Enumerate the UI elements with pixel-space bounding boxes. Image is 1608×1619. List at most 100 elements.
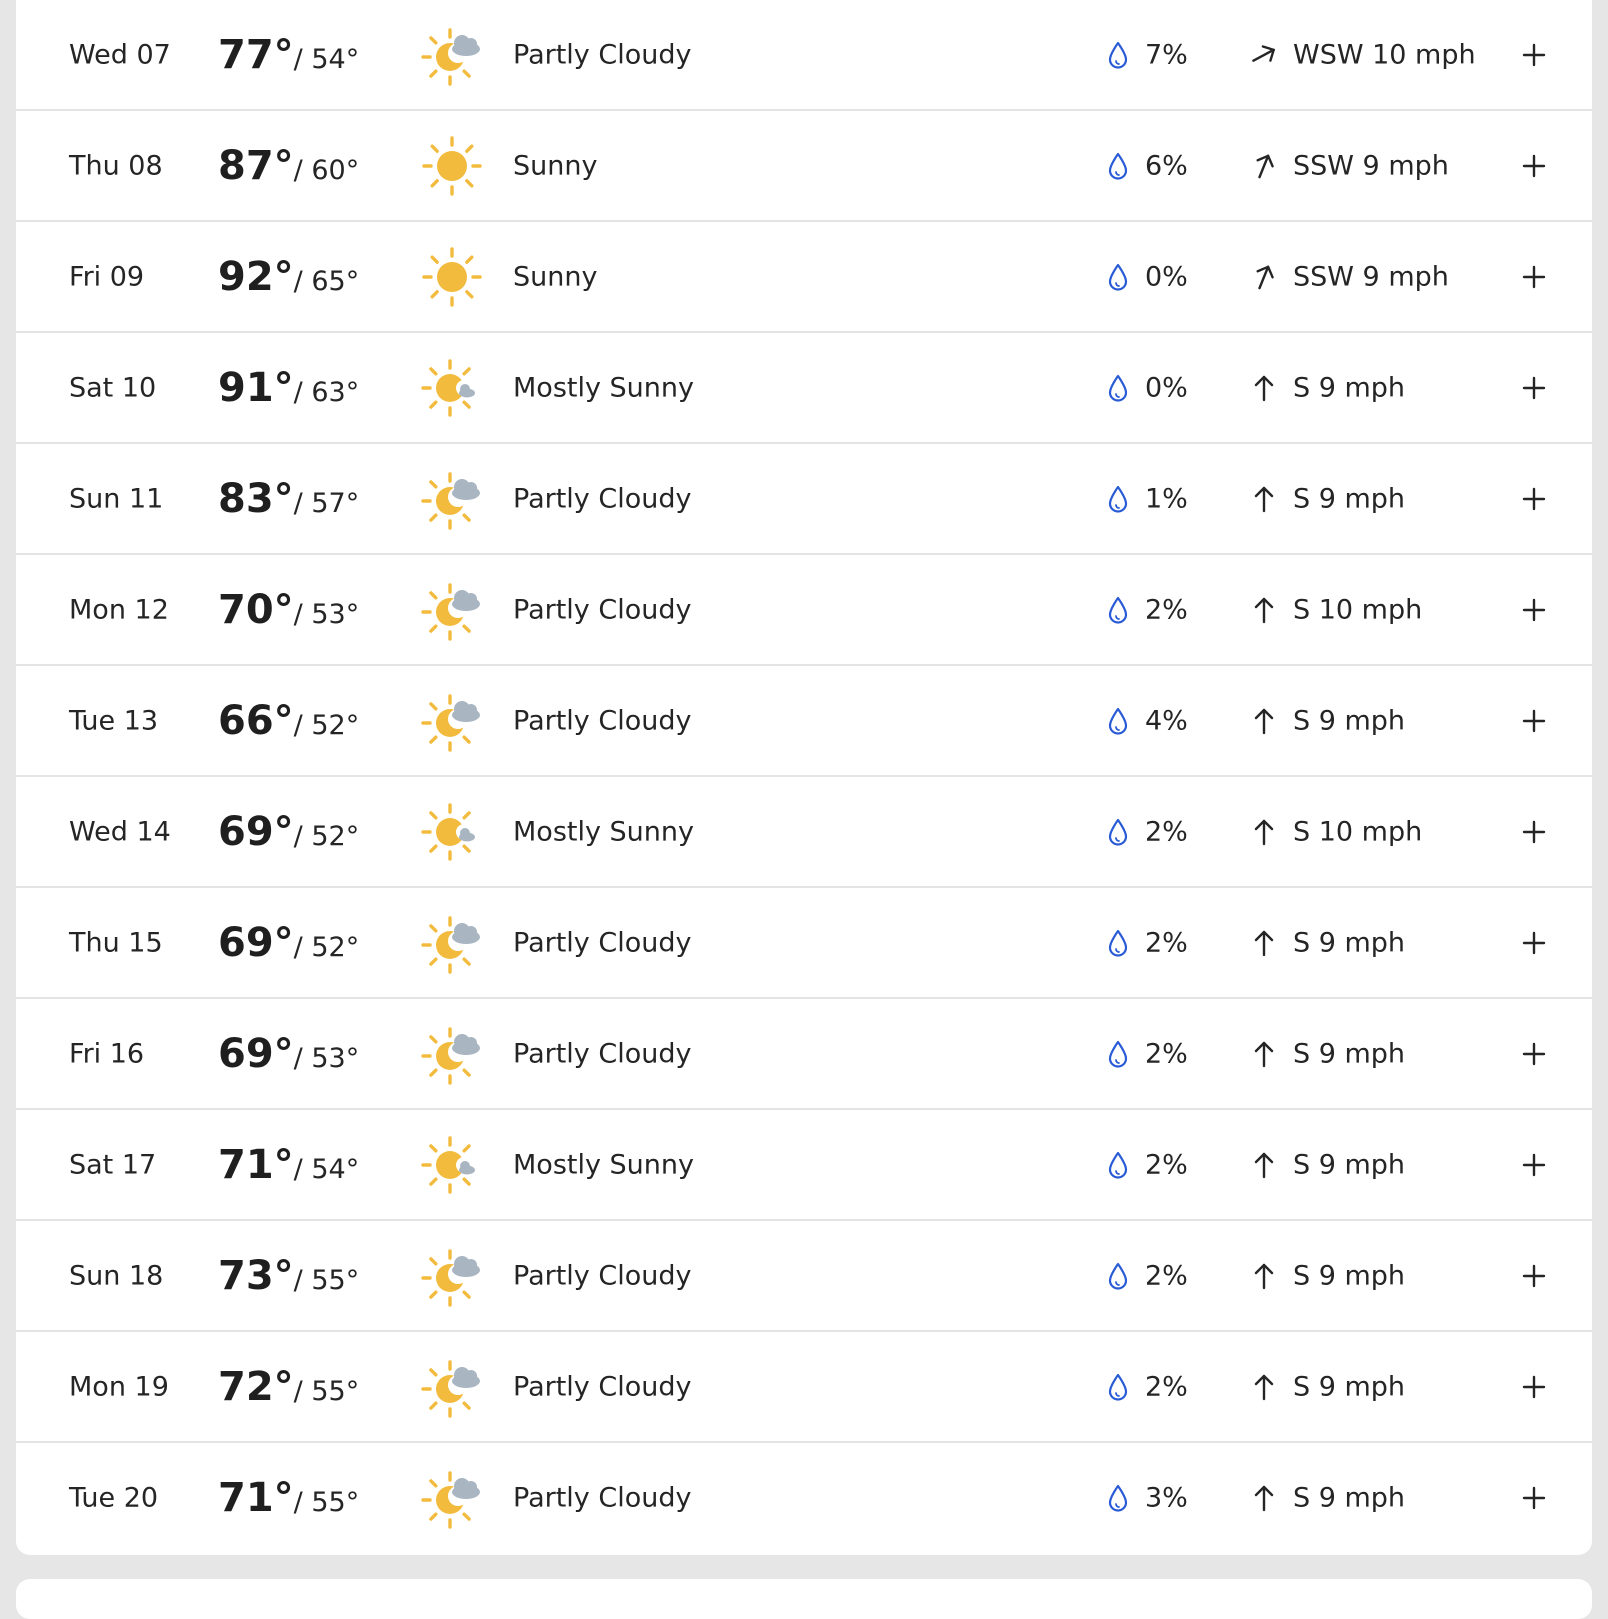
day-label: Sat 17 [69, 1149, 157, 1180]
next-card [16, 1579, 1592, 1619]
low-temp: / 55° [293, 1264, 360, 1296]
temperature: 70°/ 53° [218, 587, 359, 633]
wind-label: S 9 mph [1293, 1371, 1406, 1402]
expand-button[interactable] [1520, 1151, 1548, 1179]
forecast-row[interactable]: Mon 12 70°/ 53° Partly Cloudy 2% S 10 mp… [16, 555, 1592, 666]
forecast-row[interactable]: Tue 13 66°/ 52° Partly Cloudy 4% S 9 mph [16, 666, 1592, 777]
forecast-row[interactable]: Sat 17 71°/ 54° Mostly Sunny 2% S 9 mph [16, 1110, 1592, 1221]
forecast-row[interactable]: Mon 19 72°/ 55° Partly Cloudy 2% S 9 mph [16, 1332, 1592, 1443]
wind-label: S 10 mph [1293, 816, 1423, 847]
raindrop-icon [1106, 1483, 1130, 1513]
wind-arrow-icon [1249, 262, 1279, 292]
day-label: Fri 09 [69, 261, 145, 292]
expand-button[interactable] [1520, 374, 1548, 402]
expand-button[interactable] [1520, 1262, 1548, 1290]
wind-arrow-icon [1249, 595, 1279, 625]
low-temp: / 60° [293, 154, 360, 186]
expand-button[interactable] [1520, 41, 1548, 69]
expand-button[interactable] [1520, 263, 1548, 291]
precip-chance: 1% [1145, 483, 1188, 514]
condition-label: Partly Cloudy [513, 927, 692, 958]
wind-arrow-icon [1249, 706, 1279, 736]
forecast-row[interactable]: Fri 16 69°/ 53° Partly Cloudy 2% S 9 mph [16, 999, 1592, 1110]
forecast-row[interactable]: Thu 08 87°/ 60° Sunny 6% SSW 9 mph [16, 111, 1592, 222]
day-label: Wed 07 [69, 39, 171, 70]
partly-cloudy-icon [420, 1022, 484, 1086]
raindrop-icon [1106, 706, 1130, 736]
high-temp: 92° [218, 253, 294, 300]
high-temp: 77° [218, 31, 294, 78]
wind-arrow-icon [1249, 373, 1279, 403]
temperature: 77°/ 54° [218, 32, 359, 78]
temperature: 73°/ 55° [218, 1253, 359, 1299]
forecast-row[interactable]: Sat 10 91°/ 63° Mostly Sunny 0% S 9 mph [16, 333, 1592, 444]
high-temp: 66° [218, 697, 294, 744]
wind-arrow-icon [1249, 1150, 1279, 1180]
plus-icon [1520, 376, 1548, 405]
condition-label: Sunny [513, 150, 598, 181]
forecast-row[interactable]: Sun 18 73°/ 55° Partly Cloudy 2% S 9 mph [16, 1221, 1592, 1332]
plus-icon [1520, 154, 1548, 183]
wind-label: S 9 mph [1293, 1260, 1406, 1291]
expand-button[interactable] [1520, 485, 1548, 513]
wind-arrow-icon [1249, 1372, 1279, 1402]
day-label: Sun 11 [69, 483, 164, 514]
condition-label: Partly Cloudy [513, 39, 692, 70]
wind-label: SSW 9 mph [1293, 150, 1449, 181]
plus-icon [1520, 1264, 1548, 1293]
low-temp: / 55° [293, 1486, 360, 1518]
plus-icon [1520, 1486, 1548, 1515]
expand-button[interactable] [1520, 929, 1548, 957]
plus-icon [1520, 1042, 1548, 1071]
forecast-row[interactable]: Sun 11 83°/ 57° Partly Cloudy 1% S 9 mph [16, 444, 1592, 555]
low-temp: / 63° [293, 376, 360, 408]
plus-icon [1520, 1375, 1548, 1404]
expand-button[interactable] [1520, 1373, 1548, 1401]
temperature: 87°/ 60° [218, 143, 359, 189]
raindrop-icon [1106, 1261, 1130, 1291]
plus-icon [1520, 487, 1548, 516]
expand-button[interactable] [1520, 818, 1548, 846]
raindrop-icon [1106, 151, 1130, 181]
high-temp: 87° [218, 142, 294, 189]
sunny-icon [420, 134, 484, 198]
raindrop-icon [1106, 1372, 1130, 1402]
plus-icon [1520, 820, 1548, 849]
day-label: Wed 14 [69, 816, 171, 847]
mostly-sunny-icon [420, 356, 484, 420]
expand-button[interactable] [1520, 1040, 1548, 1068]
raindrop-icon [1106, 1150, 1130, 1180]
plus-icon [1520, 598, 1548, 627]
day-label: Sun 18 [69, 1260, 164, 1291]
expand-button[interactable] [1520, 1484, 1548, 1512]
low-temp: / 57° [293, 487, 360, 519]
expand-button[interactable] [1520, 707, 1548, 735]
precip-chance: 4% [1145, 705, 1188, 736]
forecast-row[interactable]: Fri 09 92°/ 65° Sunny 0% SSW 9 mph [16, 222, 1592, 333]
precip-chance: 2% [1145, 927, 1188, 958]
forecast-row[interactable]: Thu 15 69°/ 52° Partly Cloudy 2% S 9 mph [16, 888, 1592, 999]
forecast-row[interactable]: Wed 07 77°/ 54° Partly Cloudy 7% WSW 10 … [16, 0, 1592, 111]
temperature: 71°/ 55° [218, 1475, 359, 1521]
wind-label: S 9 mph [1293, 1482, 1406, 1513]
wind-label: S 9 mph [1293, 927, 1406, 958]
condition-label: Sunny [513, 261, 598, 292]
forecast-row[interactable]: Wed 14 69°/ 52° Mostly Sunny 2% S 10 mph [16, 777, 1592, 888]
high-temp: 91° [218, 364, 294, 411]
partly-cloudy-icon [420, 1355, 484, 1419]
mostly-sunny-icon [420, 800, 484, 864]
condition-label: Partly Cloudy [513, 594, 692, 625]
expand-button[interactable] [1520, 596, 1548, 624]
temperature: 69°/ 52° [218, 920, 359, 966]
wind-arrow-icon [1249, 1483, 1279, 1513]
wind-arrow-icon [1249, 1039, 1279, 1069]
partly-cloudy-icon [420, 689, 484, 753]
plus-icon [1520, 265, 1548, 294]
raindrop-icon [1106, 595, 1130, 625]
expand-button[interactable] [1520, 152, 1548, 180]
condition-label: Mostly Sunny [513, 372, 694, 403]
forecast-row[interactable]: Tue 20 71°/ 55° Partly Cloudy 3% S 9 mph [16, 1443, 1592, 1552]
condition-label: Partly Cloudy [513, 1371, 692, 1402]
wind-label: SSW 9 mph [1293, 261, 1449, 292]
low-temp: / 55° [293, 1375, 360, 1407]
